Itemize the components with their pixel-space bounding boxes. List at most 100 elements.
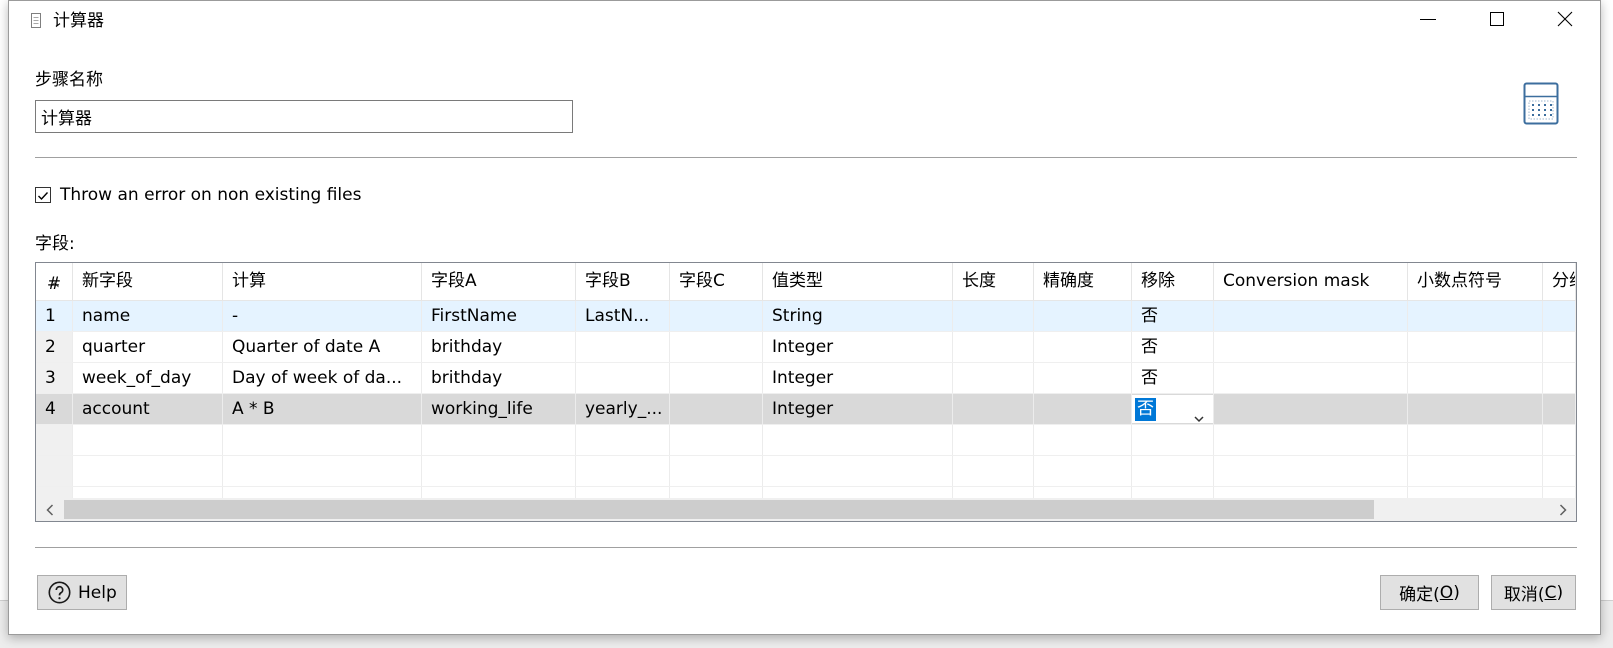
cell-field-a[interactable]: brithday [422, 363, 576, 393]
cell-grouping-symbol[interactable] [1543, 301, 1576, 331]
cell-field-c[interactable] [670, 394, 763, 424]
column-header-field-a[interactable]: 字段A [422, 263, 576, 300]
throw-error-label[interactable]: Throw an error on non existing files [60, 185, 361, 205]
empty-cell[interactable] [1408, 456, 1543, 486]
cell-conversion-mask[interactable] [1214, 363, 1408, 393]
empty-cell[interactable] [223, 456, 422, 486]
cell-length[interactable] [953, 394, 1034, 424]
cell-field-b[interactable] [576, 363, 670, 393]
remove-dropdown[interactable]: 否 [1132, 395, 1213, 423]
maximize-button[interactable] [1474, 1, 1520, 41]
empty-cell[interactable] [36, 425, 73, 455]
cell-grouping-symbol[interactable] [1543, 332, 1576, 362]
cell-row-number[interactable]: 3 [36, 363, 73, 393]
empty-cell[interactable] [73, 487, 223, 498]
empty-cell[interactable] [1214, 456, 1408, 486]
table-row[interactable]: 4 account A * Bworking_life yearly_... Integ… [36, 394, 1576, 425]
empty-cell[interactable] [670, 487, 763, 498]
empty-cell[interactable] [422, 456, 576, 486]
column-header-field-b[interactable]: 字段B [576, 263, 670, 300]
empty-cell[interactable] [422, 487, 576, 498]
throw-error-checkbox[interactable] [35, 187, 51, 203]
cell-field-a[interactable]: brithday [422, 332, 576, 362]
empty-cell[interactable] [953, 487, 1034, 498]
empty-cell[interactable] [953, 456, 1034, 486]
column-header-new-field[interactable]: 新字段 [73, 263, 223, 300]
cell-new-field[interactable]: quarter [73, 332, 223, 362]
column-header-row-number[interactable]: # [36, 263, 73, 300]
column-header-length[interactable]: 长度 [953, 263, 1034, 300]
empty-cell[interactable] [670, 425, 763, 455]
cell-precision[interactable] [1034, 394, 1132, 424]
cell-field-b[interactable]: LastN... [576, 301, 670, 331]
scroll-right-button[interactable] [1549, 498, 1576, 521]
close-button[interactable] [1542, 1, 1588, 41]
empty-cell[interactable] [670, 456, 763, 486]
cell-length[interactable] [953, 332, 1034, 362]
table-row[interactable]: 2 quarter Quarter of date Abrithday Integer… [36, 332, 1576, 363]
empty-cell[interactable] [1543, 425, 1576, 455]
column-header-decimal-symbol[interactable]: 小数点符号 [1408, 263, 1543, 300]
cell-conversion-mask[interactable] [1214, 332, 1408, 362]
empty-cell[interactable] [1543, 456, 1576, 486]
cell-row-number[interactable]: 4 [36, 394, 73, 424]
empty-cell[interactable] [1214, 425, 1408, 455]
title-bar[interactable]: 计算器 [9, 1, 1600, 41]
cell-value-type[interactable]: Integer [763, 394, 953, 424]
cell-conversion-mask[interactable] [1214, 301, 1408, 331]
empty-cell[interactable] [223, 425, 422, 455]
cell-remove[interactable]: 否 [1132, 332, 1214, 362]
cell-remove[interactable]: 否 [1132, 301, 1214, 331]
column-header-calculation[interactable]: 计算 [223, 263, 422, 300]
cell-length[interactable] [953, 301, 1034, 331]
empty-row[interactable] [36, 456, 1576, 487]
cell-decimal-symbol[interactable] [1408, 332, 1543, 362]
chevron-down-icon[interactable] [1193, 404, 1205, 423]
column-header-conversion-mask[interactable]: Conversion mask [1214, 263, 1408, 300]
help-button[interactable]: Help [37, 575, 127, 610]
cell-field-b[interactable]: yearly_... [576, 394, 670, 424]
column-header-grouping-symbol[interactable]: 分组 [1543, 263, 1576, 300]
cell-field-b[interactable] [576, 332, 670, 362]
empty-cell[interactable] [36, 456, 73, 486]
cancel-button[interactable]: 取消(C) [1491, 575, 1576, 610]
empty-cell[interactable] [422, 425, 576, 455]
column-header-precision[interactable]: 精确度 [1034, 263, 1132, 300]
cell-length[interactable] [953, 363, 1034, 393]
empty-cell[interactable] [1543, 487, 1576, 498]
cell-remove[interactable]: 否 [1132, 394, 1214, 424]
cell-field-a[interactable]: FirstName [422, 301, 576, 331]
empty-row[interactable] [36, 425, 1576, 456]
empty-cell[interactable] [1034, 425, 1132, 455]
empty-cell[interactable] [953, 425, 1034, 455]
empty-cell[interactable] [1214, 487, 1408, 498]
horizontal-scrollbar[interactable] [36, 498, 1576, 521]
cell-grouping-symbol[interactable] [1543, 363, 1576, 393]
cell-field-c[interactable] [670, 301, 763, 331]
cell-field-c[interactable] [670, 332, 763, 362]
cell-grouping-symbol[interactable] [1543, 394, 1576, 424]
empty-cell[interactable] [763, 425, 953, 455]
empty-cell[interactable] [1408, 487, 1543, 498]
empty-cell[interactable] [576, 487, 670, 498]
cell-value-type[interactable]: Integer [763, 332, 953, 362]
cell-new-field[interactable]: account [73, 394, 223, 424]
empty-cell[interactable] [73, 456, 223, 486]
cell-calculation[interactable]: A * B [223, 394, 422, 424]
cell-calculation[interactable]: Day of week of da... [223, 363, 422, 393]
empty-row[interactable] [36, 487, 1576, 498]
scrollbar-thumb[interactable] [64, 500, 1374, 519]
cell-conversion-mask[interactable] [1214, 394, 1408, 424]
empty-cell[interactable] [1132, 425, 1214, 455]
column-header-field-c[interactable]: 字段C [670, 263, 763, 300]
column-header-remove[interactable]: 移除 [1132, 263, 1214, 300]
table-row[interactable]: 3 week_of_day Day of week of da... brithday… [36, 363, 1576, 394]
empty-cell[interactable] [763, 487, 953, 498]
empty-cell[interactable] [223, 487, 422, 498]
cell-decimal-symbol[interactable] [1408, 301, 1543, 331]
cell-precision[interactable] [1034, 363, 1132, 393]
empty-cell[interactable] [1408, 425, 1543, 455]
empty-cell[interactable] [1132, 487, 1214, 498]
minimize-button[interactable] [1405, 1, 1451, 41]
cell-decimal-symbol[interactable] [1408, 363, 1543, 393]
